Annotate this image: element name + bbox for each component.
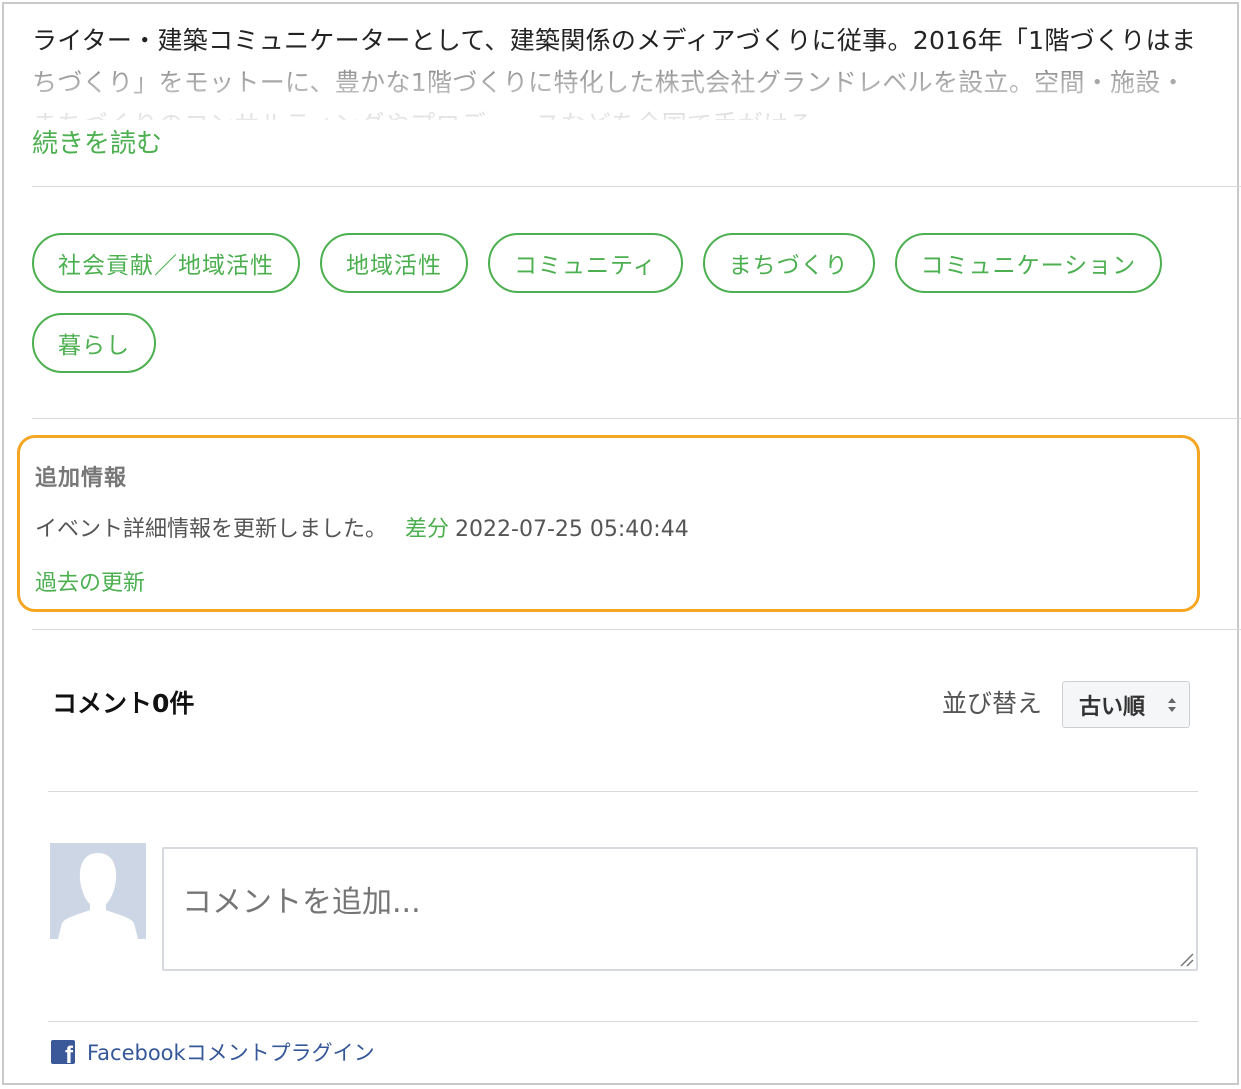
diff-link[interactable]: 差分	[405, 517, 449, 542]
divider	[48, 791, 1198, 792]
comment-input[interactable]	[162, 847, 1198, 971]
avatar	[50, 843, 146, 939]
tag-community[interactable]: コミュニティ	[488, 233, 683, 293]
divider	[32, 418, 1241, 419]
sort-arrows-icon	[1168, 698, 1176, 712]
comment-count-title: コメント0件	[52, 689, 195, 718]
tag-communication[interactable]: コミュニケーション	[894, 233, 1163, 293]
sort-select[interactable]: 古い順	[1062, 681, 1190, 728]
additional-info-title: 追加情報	[35, 466, 128, 491]
past-updates-link[interactable]: 過去の更新	[35, 565, 145, 597]
page-frame: ライター・建築コミュニケーターとして、建築関係のメディアづくりに従事。2016年…	[2, 2, 1241, 1085]
facebook-icon: f	[51, 1040, 75, 1064]
additional-info-panel: 追加情報 イベント詳細情報を更新しました。 差分 2022-07-25 05:40:…	[17, 435, 1200, 612]
sort-select-value: 古い順	[1079, 694, 1146, 720]
tag-lifestyle[interactable]: 暮らし	[32, 313, 156, 373]
default-user-icon	[50, 843, 146, 939]
divider	[32, 186, 1241, 187]
author-bio: ライター・建築コミュニケーターとして、建築関係のメディアづくりに従事。2016年…	[32, 20, 1202, 120]
read-more-link[interactable]: 続きを読む	[32, 124, 162, 164]
tag-social-contribution[interactable]: 社会貢献／地域活性	[32, 233, 300, 293]
divider	[32, 629, 1241, 630]
update-timestamp: 2022-07-25 05:40:44	[455, 517, 689, 542]
sort-label: 並び替え	[942, 689, 1043, 718]
update-line: イベント詳細情報を更新しました。 差分 2022-07-25 05:40:44	[35, 511, 689, 543]
update-message: イベント詳細情報を更新しました。	[35, 517, 388, 542]
divider	[48, 1021, 1198, 1022]
facebook-plugin-link[interactable]: f Facebookコメントプラグイン	[51, 1037, 375, 1067]
tag-town-planning[interactable]: まちづくり	[702, 233, 875, 293]
bio-fade-overlay	[32, 46, 1202, 120]
tag-list: 社会貢献／地域活性 地域活性 コミュニティ まちづくり コミュニケーション 暮ら…	[32, 233, 1212, 373]
tag-regional-revitalization[interactable]: 地域活性	[320, 233, 468, 293]
resize-handle-icon[interactable]	[1178, 951, 1194, 967]
facebook-plugin-label: Facebookコメントプラグイン	[87, 1041, 375, 1065]
